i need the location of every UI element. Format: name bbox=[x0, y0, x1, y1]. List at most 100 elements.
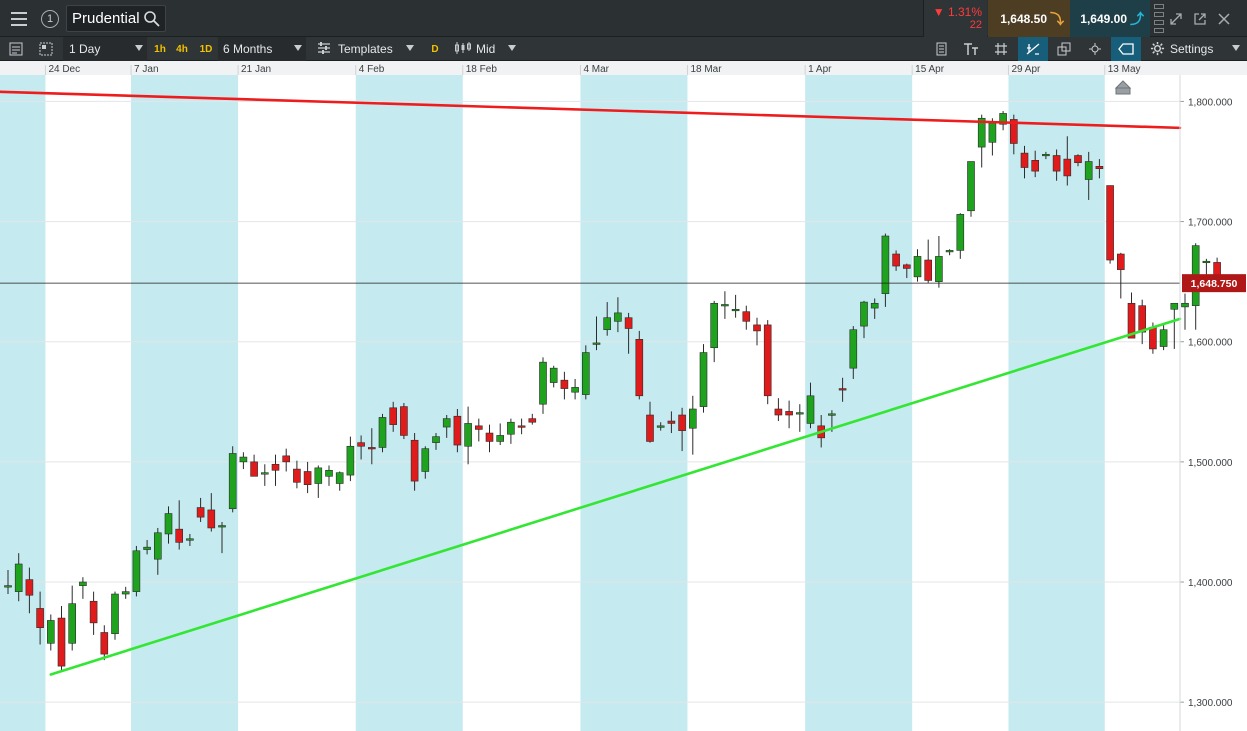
date-label: 18 Mar bbox=[690, 64, 722, 75]
layout-icon[interactable] bbox=[36, 37, 56, 61]
range-select[interactable]: 6 Months bbox=[218, 37, 306, 61]
candle-body bbox=[592, 342, 601, 345]
candle bbox=[111, 591, 119, 640]
candle-body bbox=[121, 591, 130, 595]
candle-body bbox=[1031, 160, 1039, 172]
price-type-badge[interactable]: D bbox=[428, 37, 442, 61]
menu-icon[interactable] bbox=[4, 0, 34, 37]
candle-body bbox=[250, 461, 258, 477]
crosshair-grid-icon[interactable] bbox=[986, 37, 1016, 61]
candle-body bbox=[228, 453, 237, 510]
price-type-value: Mid bbox=[476, 42, 496, 56]
price-type-select[interactable]: Mid bbox=[452, 37, 520, 61]
price-chart[interactable]: 24 Dec 7 Jan 21 Jan 4 Feb 18 Feb 4 Mar 18 Mar 1… bbox=[0, 61, 1247, 731]
templates-icon bbox=[318, 42, 330, 54]
indicator-icon[interactable] bbox=[1080, 37, 1110, 61]
candle-body bbox=[1138, 305, 1146, 333]
candle-body bbox=[581, 352, 590, 395]
candle-body bbox=[57, 617, 66, 667]
chart-list-icon[interactable] bbox=[6, 37, 26, 61]
market-search-box[interactable]: Prudential bbox=[66, 5, 166, 32]
chart-toolbar: 1 Day 1h 4h 1D 6 Months Templates D Mid bbox=[0, 37, 1247, 61]
layers-icon[interactable] bbox=[1049, 37, 1079, 61]
candle-body bbox=[956, 214, 965, 251]
close-icon[interactable] bbox=[1212, 0, 1236, 37]
candle-body bbox=[1106, 185, 1114, 261]
candle-body bbox=[100, 632, 109, 655]
candle bbox=[132, 545, 141, 597]
candle-body bbox=[560, 379, 569, 389]
candle-body bbox=[421, 448, 430, 472]
candle-body bbox=[442, 418, 451, 428]
interval-select[interactable]: 1 Day bbox=[63, 37, 147, 61]
interval-1d-button[interactable]: 1D bbox=[196, 40, 216, 58]
gear-icon bbox=[1150, 41, 1165, 56]
candle-body bbox=[774, 408, 783, 416]
candle-body bbox=[400, 406, 408, 436]
candle-body bbox=[539, 361, 547, 405]
price-tag-icon[interactable] bbox=[1111, 37, 1141, 61]
candle-body bbox=[207, 509, 216, 529]
candle bbox=[581, 345, 590, 400]
change-points: 22 bbox=[969, 19, 982, 31]
volume-slider-icon[interactable] bbox=[1154, 3, 1164, 34]
candle bbox=[699, 344, 708, 413]
candle-body bbox=[4, 585, 12, 588]
candle-body bbox=[196, 507, 205, 518]
candle-body bbox=[870, 302, 879, 309]
candle-body bbox=[464, 423, 472, 447]
candle-body bbox=[346, 445, 355, 476]
week-band bbox=[0, 75, 46, 731]
candle-body bbox=[678, 414, 686, 431]
candle-body bbox=[389, 407, 398, 425]
candle bbox=[228, 446, 237, 513]
date-label: 7 Jan bbox=[134, 64, 158, 75]
expand-icon[interactable] bbox=[1164, 0, 1188, 37]
interval-1h-button[interactable]: 1h bbox=[151, 40, 169, 58]
sell-price-button[interactable]: 1,648.50 ⤵ bbox=[988, 0, 1070, 37]
candle-body bbox=[186, 538, 194, 541]
price-label: 1,500.000 bbox=[1188, 458, 1233, 469]
link-group-icon[interactable]: 1 bbox=[38, 0, 62, 37]
candle-body bbox=[838, 388, 847, 391]
week-band bbox=[355, 75, 463, 731]
candle-body bbox=[496, 435, 505, 442]
interval-4h-button[interactable]: 4h bbox=[173, 40, 191, 58]
drawing-list-icon[interactable] bbox=[926, 37, 956, 61]
templates-menu[interactable]: Templates bbox=[312, 37, 418, 61]
price-change-box: ▼ 1.31% 22 bbox=[923, 0, 987, 37]
candle-body bbox=[913, 256, 922, 278]
candle-body bbox=[111, 593, 119, 634]
drawing-tools-icon[interactable] bbox=[1018, 37, 1048, 61]
candle bbox=[635, 330, 644, 400]
popout-icon[interactable] bbox=[1188, 0, 1212, 37]
date-axis-bar bbox=[0, 61, 1247, 75]
candle-body bbox=[1181, 302, 1189, 308]
candle-body bbox=[485, 432, 494, 442]
date-label: 24 Dec bbox=[48, 64, 80, 75]
candle-body bbox=[293, 468, 301, 483]
candle-body bbox=[378, 417, 387, 448]
search-icon[interactable] bbox=[143, 10, 161, 28]
sell-price: 1,648.50 bbox=[1000, 11, 1047, 26]
candle bbox=[967, 161, 975, 217]
candle-body bbox=[892, 253, 900, 267]
candle-body bbox=[742, 311, 751, 322]
candle-body bbox=[25, 579, 34, 596]
chart-area[interactable]: 24 Dec 7 Jan 21 Jan 4 Feb 18 Feb 4 Mar 18 Mar 1… bbox=[0, 61, 1247, 731]
buy-price: 1,649.00 bbox=[1080, 11, 1127, 26]
settings-label: Settings bbox=[1170, 42, 1214, 56]
change-percent: ▼ 1.31% bbox=[932, 5, 982, 19]
week-band bbox=[805, 75, 913, 731]
settings-button[interactable]: Settings bbox=[1144, 37, 1244, 61]
date-label: 29 Apr bbox=[1011, 64, 1041, 75]
price-label: 1,700.000 bbox=[1188, 218, 1233, 229]
candle-body bbox=[795, 412, 804, 415]
candle bbox=[763, 320, 772, 405]
price-label: 1,400.000 bbox=[1188, 578, 1233, 589]
text-size-icon[interactable] bbox=[956, 37, 986, 61]
buy-price-button[interactable]: 1,649.00 ⤴ bbox=[1070, 0, 1150, 37]
candle-body bbox=[528, 418, 537, 423]
market-name[interactable]: Prudential bbox=[72, 10, 140, 27]
candle-body bbox=[474, 425, 483, 430]
